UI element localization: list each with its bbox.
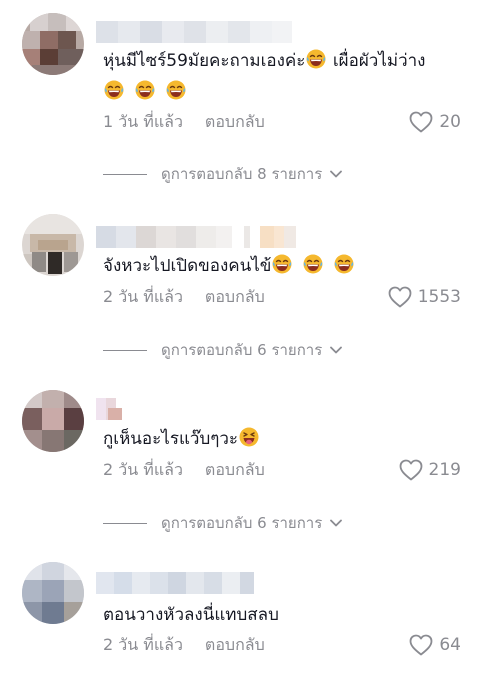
comment-meta: 2 วัน ที่แล้ว ตอบกลับ <box>103 633 265 657</box>
view-replies-button[interactable]: ดูการตอบกลับ 8 รายการ <box>103 163 343 185</box>
comment-time: 2 วัน ที่แล้ว <box>103 286 183 306</box>
divider-line <box>103 173 147 175</box>
comment-time: 1 วัน ที่แล้ว <box>103 111 183 131</box>
laughing-emoji <box>334 254 354 274</box>
comment-meta: 1 วัน ที่แล้ว ตอบกลับ <box>103 110 265 134</box>
like-button[interactable]: 20 <box>409 110 461 134</box>
avatar[interactable] <box>22 390 84 452</box>
heart-outline-icon <box>388 286 412 308</box>
view-replies-label: ดูการตอบกลับ 6 รายการ <box>161 341 323 359</box>
username-blurred[interactable] <box>96 226 296 248</box>
laughing-emoji <box>306 49 326 69</box>
divider-line <box>103 349 147 351</box>
heart-outline-icon <box>399 459 422 481</box>
tongue-emoji <box>239 427 259 447</box>
like-count: 20 <box>439 112 461 132</box>
avatar[interactable] <box>22 13 84 75</box>
avatar[interactable] <box>22 562 84 624</box>
laughing-emoji <box>303 254 323 274</box>
like-count: 219 <box>428 460 461 480</box>
chevron-down-icon <box>330 170 343 178</box>
avatar[interactable] <box>22 214 84 276</box>
like-count: 64 <box>439 635 461 655</box>
chevron-down-icon <box>330 346 343 354</box>
like-count: 1553 <box>417 287 461 307</box>
comment-text: หุ่นมีไซร์59มัยคะถามเองค่ะ เผื่อผัวไม่ว่… <box>103 46 464 108</box>
divider-line <box>103 522 147 524</box>
laughing-emoji <box>166 80 186 100</box>
comment-meta: 2 วัน ที่แล้ว ตอบกลับ <box>103 458 265 482</box>
comment-text-tail: เผื่อผัวไม่ว่าง <box>327 51 426 71</box>
username-blurred[interactable] <box>96 21 292 43</box>
comment-time: 2 วัน ที่แล้ว <box>103 459 183 479</box>
comment-text: ตอนวางหัวลงนี่แทบสลบ <box>103 600 464 631</box>
comment-text: กูเห็นอะไรแว๊บๆวะ <box>103 424 464 455</box>
view-replies-label: ดูการตอบกลับ 8 รายการ <box>161 165 323 183</box>
comment-text-main: ตอนวางหัวลงนี่แทบสลบ <box>103 605 279 625</box>
reply-button[interactable]: ตอบกลับ <box>205 633 265 658</box>
like-button[interactable]: 1553 <box>388 285 461 309</box>
comment-meta: 2 วัน ที่แล้ว ตอบกลับ <box>103 285 265 309</box>
comment-text-main: หุ่นมีไซร์59มัยคะถามเองค่ะ <box>103 51 306 71</box>
heart-outline-icon <box>409 111 433 133</box>
laughing-emoji <box>272 254 292 274</box>
reply-button[interactable]: ตอบกลับ <box>205 458 265 483</box>
username-blurred-2 <box>108 408 122 420</box>
chevron-down-icon <box>330 519 343 527</box>
like-button[interactable]: 64 <box>409 633 461 657</box>
comment-text-main: จังหวะไปเปิดของคนไข้ <box>103 256 272 276</box>
comment-text: จังหวะไปเปิดของคนไข้ <box>103 251 464 282</box>
laughing-emoji <box>135 80 155 100</box>
view-replies-label: ดูการตอบกลับ 6 รายการ <box>161 514 323 532</box>
comment-text-main: กูเห็นอะไรแว๊บๆวะ <box>103 429 239 449</box>
comment-time: 2 วัน ที่แล้ว <box>103 634 183 654</box>
view-replies-button[interactable]: ดูการตอบกลับ 6 รายการ <box>103 339 343 361</box>
reply-button[interactable]: ตอบกลับ <box>205 110 265 135</box>
laughing-emoji <box>104 80 124 100</box>
username-blurred[interactable] <box>96 572 254 594</box>
view-replies-button[interactable]: ดูการตอบกลับ 6 รายการ <box>103 512 343 534</box>
heart-outline-icon <box>409 634 433 656</box>
like-button[interactable]: 219 <box>399 458 461 482</box>
reply-button[interactable]: ตอบกลับ <box>205 285 265 310</box>
